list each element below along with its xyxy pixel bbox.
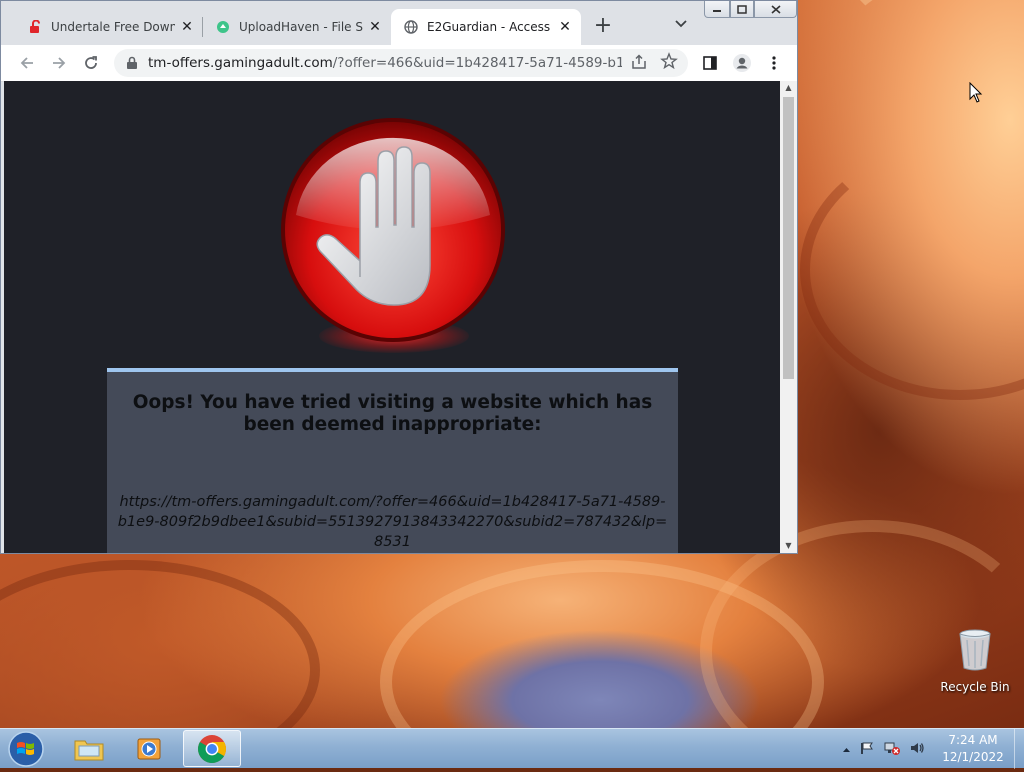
- taskbar-chrome[interactable]: [183, 730, 241, 767]
- minimize-button[interactable]: [704, 1, 730, 18]
- back-arrow-icon[interactable]: [15, 51, 39, 75]
- scrollbar-thumb[interactable]: [783, 97, 794, 379]
- media-player-icon: [137, 738, 161, 759]
- side-panel-icon[interactable]: [698, 51, 722, 75]
- tab-e2guardian[interactable]: E2Guardian - Access De ✕: [391, 9, 581, 45]
- tab-undertale[interactable]: Undertale Free Downlo ✕: [15, 9, 203, 45]
- scroll-down-arrow-icon[interactable]: ▼: [780, 539, 797, 553]
- show-desktop-button[interactable]: [1014, 729, 1024, 769]
- show-hidden-icons-icon[interactable]: [842, 742, 851, 756]
- page-scrollbar[interactable]: ▲ ▼: [780, 81, 797, 553]
- tab-title: E2Guardian - Access De: [427, 20, 553, 34]
- url-host: tm-offers.gamingadult.com: [148, 55, 333, 71]
- forward-arrow-icon[interactable]: [47, 51, 71, 75]
- close-tab-icon[interactable]: ✕: [179, 19, 195, 35]
- tab-strip: Undertale Free Downlo ✕ UploadHaven - Fi…: [1, 1, 797, 45]
- start-button[interactable]: [4, 730, 48, 768]
- volume-icon[interactable]: [909, 740, 925, 759]
- recycle-bin-icon: [958, 628, 992, 672]
- action-center-flag-icon[interactable]: [859, 740, 875, 759]
- tab-title: Undertale Free Downlo: [51, 20, 175, 34]
- share-icon[interactable]: [630, 53, 650, 73]
- folder-icon: [74, 740, 104, 760]
- tab-search-chevron-icon[interactable]: [671, 17, 691, 37]
- close-window-button[interactable]: [754, 1, 797, 18]
- new-tab-button[interactable]: +: [591, 15, 615, 39]
- globe-icon: [403, 19, 419, 35]
- address-bar[interactable]: tm-offers.gamingadult.com/?offer=466&uid…: [114, 49, 688, 77]
- mouse-cursor-icon: [969, 82, 983, 103]
- taskbar: 7:24 AM 12/1/2022: [0, 728, 1024, 769]
- recycle-bin-label: Recycle Bin: [940, 680, 1010, 694]
- recycle-bin-shortcut[interactable]: Recycle Bin: [938, 628, 1012, 694]
- more-menu-icon[interactable]: [762, 51, 786, 75]
- window-controls: [704, 1, 797, 19]
- scroll-up-arrow-icon[interactable]: ▲: [780, 81, 797, 95]
- page-viewport: Oops! You have tried visiting a website …: [4, 81, 780, 553]
- system-tray: [842, 733, 925, 765]
- uploadhaven-icon: [215, 19, 231, 35]
- reload-icon[interactable]: [79, 51, 103, 75]
- maximize-button[interactable]: [730, 1, 754, 18]
- close-tab-icon[interactable]: ✕: [557, 19, 573, 35]
- clock-date: 12/1/2022: [942, 750, 1004, 764]
- tab-uploadhaven[interactable]: UploadHaven - File Sha ✕: [203, 9, 391, 45]
- rock-stripe: [0, 560, 320, 728]
- blocked-heading: Oops! You have tried visiting a website …: [132, 392, 653, 435]
- network-error-icon[interactable]: [883, 740, 901, 759]
- browser-window: Undertale Free Downlo ✕ UploadHaven - Fi…: [0, 0, 798, 554]
- taskbar-file-explorer[interactable]: [60, 730, 118, 767]
- rock-stripe: [800, 140, 1024, 400]
- profile-avatar-icon[interactable]: [730, 51, 754, 75]
- url-rest: /?offer=466&uid=1b428417-5a71-4589-b1e9-…: [332, 55, 622, 71]
- lock-icon[interactable]: [124, 55, 140, 71]
- browser-toolbar: tm-offers.gamingadult.com/?offer=466&uid…: [1, 45, 797, 82]
- system-clock[interactable]: 7:24 AM 12/1/2022: [936, 732, 1010, 766]
- chrome-icon: [198, 734, 226, 763]
- blocked-message-box: Oops! You have tried visiting a website …: [107, 368, 678, 553]
- taskbar-media-player[interactable]: [121, 730, 179, 767]
- close-tab-icon[interactable]: ✕: [367, 19, 383, 35]
- unlock-icon: [27, 19, 43, 35]
- bookmark-star-icon[interactable]: [660, 52, 680, 72]
- blocked-url: https://tm-offers.gamingadult.com/?offer…: [117, 494, 668, 550]
- tab-title: UploadHaven - File Sha: [239, 20, 363, 34]
- url-text[interactable]: tm-offers.gamingadult.com/?offer=466&uid…: [148, 55, 622, 71]
- stop-hand-icon: [281, 118, 505, 342]
- clock-time: 7:24 AM: [948, 733, 998, 747]
- windows-orb-icon: [8, 731, 44, 767]
